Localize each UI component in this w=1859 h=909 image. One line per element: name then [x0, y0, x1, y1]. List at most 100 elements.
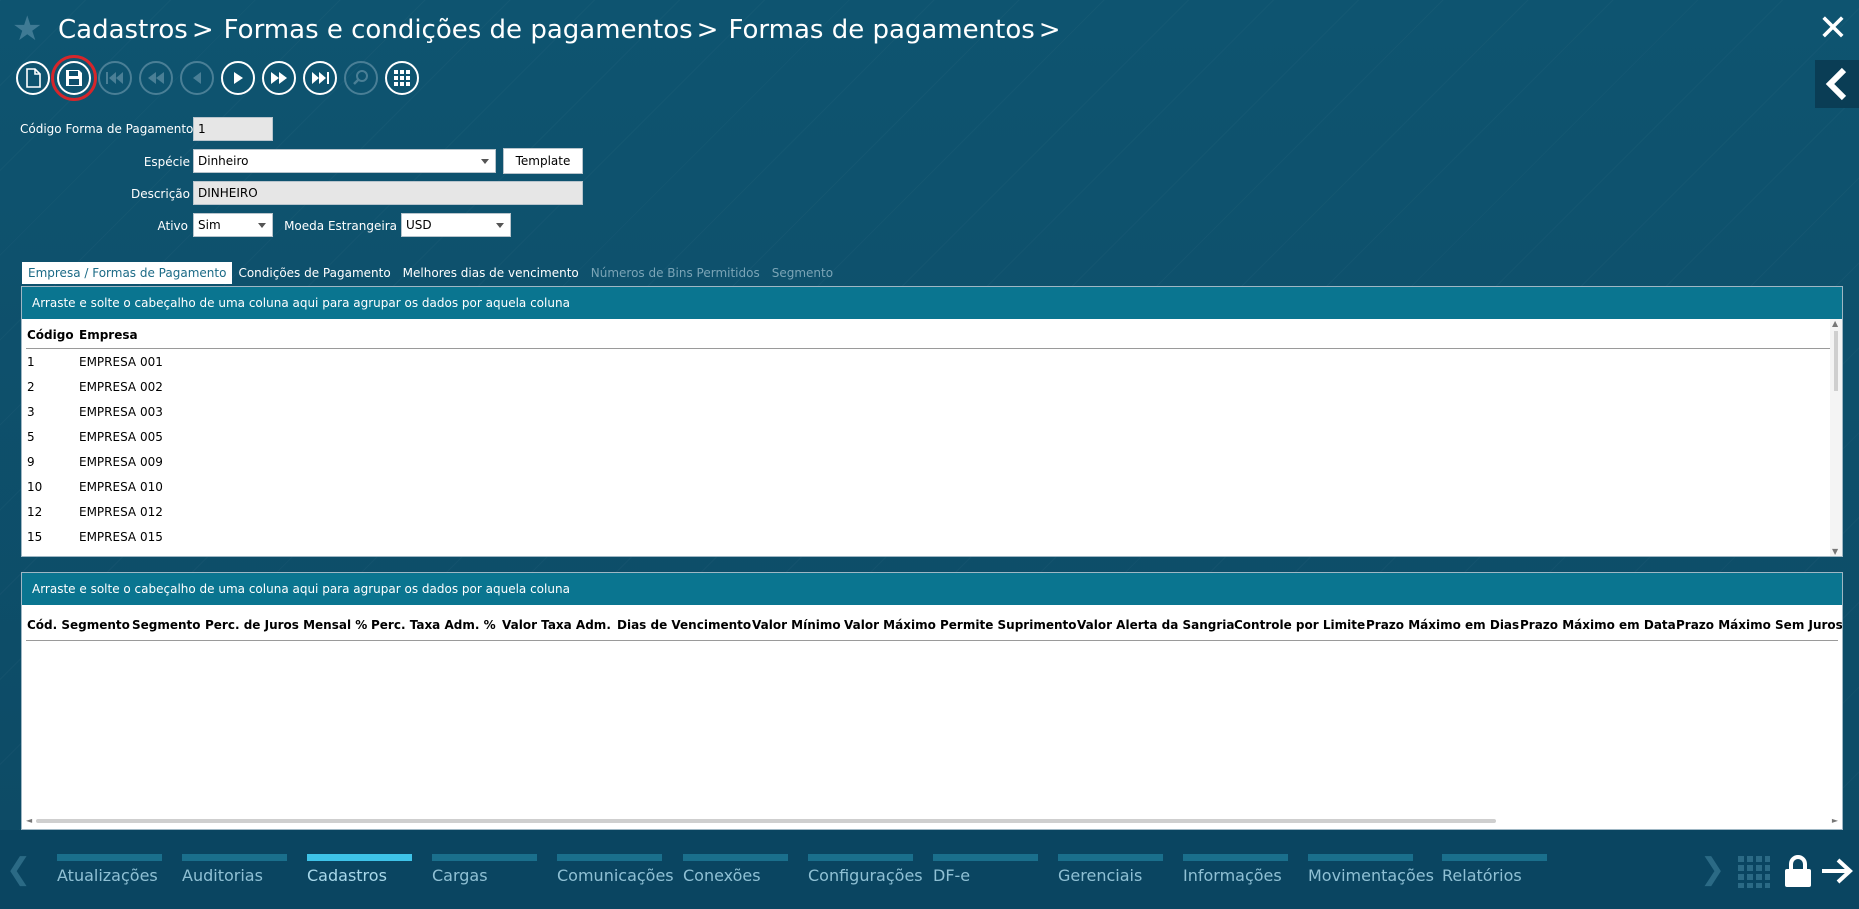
last-button[interactable] — [303, 61, 337, 95]
cell-empresa: EMPRESA 012 — [79, 505, 163, 519]
chevron-left-icon[interactable]: ❮ — [6, 852, 31, 887]
forward-button[interactable] — [262, 61, 296, 95]
breadcrumb: Cadastros > Formas e condições de pagame… — [58, 10, 1071, 50]
close-icon[interactable]: ✕ — [1815, 11, 1851, 48]
nav-item-label: Relatórios — [1442, 866, 1522, 885]
codigo-label: Código Forma de Pagamento — [20, 122, 194, 136]
logout-arrow-icon[interactable] — [1820, 857, 1854, 889]
previous-button[interactable] — [180, 61, 214, 95]
grid-button[interactable] — [385, 61, 419, 95]
empresa-grid-body: Código Empresa 1 EMPRESA 001 2 EMPRESA 0… — [22, 319, 1842, 556]
moeda-value: USD — [406, 218, 432, 232]
column-header-valor-alerta-sangria[interactable]: Valor Alerta da Sangria — [1077, 618, 1235, 632]
column-header-permite-suprimento[interactable]: Permite Suprimento — [940, 618, 1077, 632]
scroll-left-icon[interactable]: ◄ — [26, 816, 32, 825]
cell-codigo: 15 — [27, 530, 43, 544]
especie-value: Dinheiro — [198, 154, 249, 168]
breadcrumb-item-cadastros[interactable]: Cadastros — [58, 15, 188, 45]
next-icon — [234, 72, 243, 84]
breadcrumb-separator: > — [696, 15, 719, 45]
chevron-right-icon[interactable]: ❯ — [1700, 852, 1725, 887]
descricao-field[interactable]: DINHEIRO — [193, 181, 583, 205]
column-header-valor-minimo[interactable]: Valor Mínimo — [752, 618, 841, 632]
scroll-right-icon[interactable]: ► — [1832, 816, 1838, 825]
chevron-down-icon — [258, 223, 266, 228]
column-header-empresa[interactable]: Empresa — [79, 328, 138, 342]
especie-select[interactable]: Dinheiro — [193, 149, 496, 173]
column-header-valor-maximo[interactable]: Valor Máximo — [844, 618, 936, 632]
bottom-nav — [0, 830, 1859, 909]
cell-codigo: 9 — [27, 455, 35, 469]
lock-svg — [1785, 855, 1811, 887]
skip-first-icon — [106, 72, 123, 84]
save-icon — [66, 70, 82, 86]
nav-item-bar — [1058, 854, 1163, 861]
nav-item-label: Atualizações — [57, 866, 158, 885]
new-button[interactable] — [16, 61, 50, 95]
skip-last-icon — [312, 72, 329, 84]
save-button[interactable] — [51, 55, 97, 101]
nav-item-bar — [307, 854, 412, 861]
nav-item-label: Cadastros — [307, 866, 387, 885]
apps-grid-icon[interactable] — [1738, 856, 1770, 892]
nav-item-label: Gerenciais — [1058, 866, 1143, 885]
nav-item-bar — [683, 854, 788, 861]
column-header-valor-taxa-adm[interactable]: Valor Taxa Adm. — [502, 618, 611, 632]
search-icon — [353, 70, 368, 85]
breadcrumb-item-formas-condicoes[interactable]: Formas e condições de pagamentos — [224, 15, 693, 45]
column-header-controle-limite[interactable]: Controle por Limite — [1234, 618, 1365, 632]
column-header-prazo-max-data[interactable]: Prazo Máximo em Data — [1520, 618, 1676, 632]
tab-segmento[interactable]: Segmento — [766, 262, 839, 284]
vertical-scrollbar[interactable]: ▲ ▼ — [1830, 319, 1842, 556]
nav-item-bar — [933, 854, 1038, 861]
next-button[interactable] — [221, 61, 255, 95]
tab-empresa-formas[interactable]: Empresa / Formas de Pagamento — [22, 262, 233, 284]
first-button[interactable] — [98, 61, 132, 95]
column-header-perc-taxa-adm[interactable]: Perc. Taxa Adm. % — [371, 618, 496, 632]
search-button[interactable] — [344, 61, 378, 95]
tab-numeros-bins[interactable]: Números de Bins Permitidos — [585, 262, 766, 284]
template-button[interactable]: Template — [503, 148, 583, 174]
breadcrumb-item-formas-pagamentos[interactable]: Formas de pagamentos — [728, 15, 1034, 45]
cell-empresa: EMPRESA 001 — [79, 355, 163, 369]
column-header-prazo-max-sem-juros[interactable]: Prazo Máximo Sem Juros e — [1676, 618, 1842, 632]
collapse-panel-button[interactable] — [1815, 60, 1859, 108]
nav-item-bar — [57, 854, 162, 861]
cell-codigo: 2 — [27, 380, 35, 394]
nav-item-bar — [557, 854, 662, 861]
scroll-down-icon[interactable]: ▼ — [1832, 547, 1838, 556]
horizontal-scrollbar-thumb[interactable] — [36, 819, 1496, 823]
group-by-panel[interactable]: Arraste e solte o cabeçalho de uma colun… — [22, 287, 1842, 319]
grid-icon — [394, 70, 410, 86]
nav-item-label: Movimentações — [1308, 866, 1434, 885]
codigo-field[interactable]: 1 — [193, 117, 273, 141]
chevron-down-icon — [481, 159, 489, 164]
tab-melhores-dias[interactable]: Melhores dias de vencimento — [397, 262, 585, 284]
moeda-select[interactable]: USD — [401, 213, 511, 237]
column-header-prazo-max-dias[interactable]: Prazo Máximo em Dias — [1366, 618, 1519, 632]
star-icon[interactable]: ★ — [12, 12, 46, 46]
group-by-panel[interactable]: Arraste e solte o cabeçalho de uma colun… — [22, 573, 1842, 605]
nav-item-bar — [432, 854, 537, 861]
nav-item-label: Comunicações — [557, 866, 674, 885]
cell-codigo: 5 — [27, 430, 35, 444]
column-header-cod-segmento[interactable]: Cód. Segmento — [27, 618, 130, 632]
tab-condicoes-pagamento[interactable]: Condições de Pagamento — [232, 262, 396, 284]
nav-item-label: Cargas — [432, 866, 488, 885]
scroll-up-icon[interactable]: ▲ — [1832, 319, 1838, 328]
nav-item-bar — [1183, 854, 1288, 861]
scrollbar-thumb[interactable] — [1834, 331, 1838, 391]
column-header-perc-juros[interactable]: Perc. de Juros Mensal % — [205, 618, 367, 632]
column-header-codigo[interactable]: Código — [27, 328, 74, 342]
ativo-select[interactable]: Sim — [193, 213, 273, 237]
moeda-label: Moeda Estrangeira — [284, 219, 397, 233]
toolbar — [16, 55, 419, 101]
rewind-button[interactable] — [139, 61, 173, 95]
nav-item-label: Conexões — [683, 866, 761, 885]
ativo-label: Ativo — [157, 219, 188, 233]
ativo-value: Sim — [198, 218, 221, 232]
column-header-segmento[interactable]: Segmento — [132, 618, 201, 632]
fast-forward-icon — [271, 72, 287, 84]
lock-icon[interactable] — [1784, 854, 1812, 892]
column-header-dias-vencimento[interactable]: Dias de Vencimento — [617, 618, 751, 632]
